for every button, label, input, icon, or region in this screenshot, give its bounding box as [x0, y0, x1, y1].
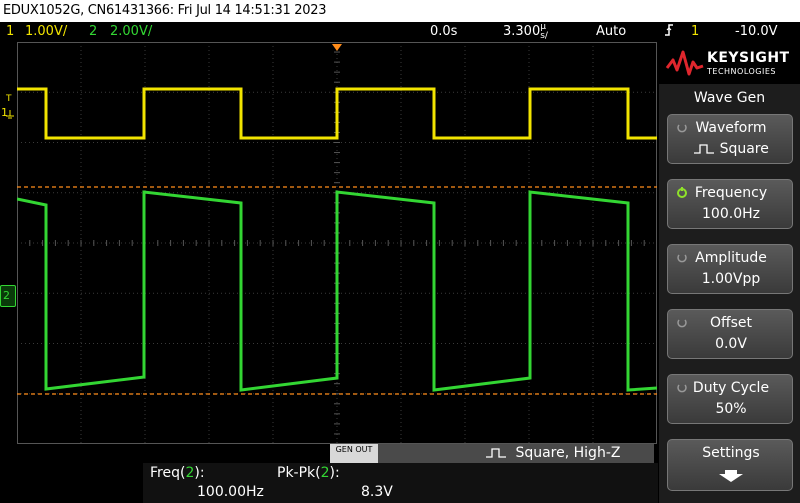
gen-out-badge[interactable]: GEN OUT [330, 444, 378, 463]
ch2-ground-marker[interactable]: 2 [0, 285, 16, 307]
title-bar: EDUX1052G, CN61431366: Fri Jul 14 14:51:… [0, 0, 800, 22]
frequency-label: Frequency [694, 185, 768, 201]
duty-cycle-label: Duty Cycle [692, 380, 770, 396]
ch2-scale[interactable]: 2.00V/ [110, 22, 152, 42]
duty-cycle-softkey[interactable]: Duty Cycle 50% [667, 374, 793, 424]
waveform-display[interactable] [17, 42, 657, 444]
ch2-number[interactable]: 2 [89, 22, 97, 42]
offset-label: Offset [709, 315, 753, 331]
trigger-channel[interactable]: 1 [691, 22, 699, 42]
trigger-level-marker[interactable]: T [6, 95, 12, 104]
freq-label-text: Freq( [150, 465, 186, 481]
duty-cycle-value: 50% [715, 401, 747, 417]
ch1-marker-label: 1 [1, 106, 8, 119]
title-text: EDUX1052G, CN61431366: Fri Jul 14 14:51:… [3, 3, 327, 18]
waveform-value: Square [668, 141, 794, 157]
pkpk-meas-label[interactable]: Pk-Pk(2): [277, 465, 340, 481]
keysight-logo: KEYSIGHT TECHNOLOGIES [659, 42, 800, 84]
trigger-mode[interactable]: Auto [596, 22, 626, 42]
pkpk-label-text: Pk-Pk( [277, 465, 321, 481]
pkpk-channel: 2 [320, 465, 330, 481]
waveform-label: Waveform [695, 120, 767, 136]
offset-value: 0.0V [715, 336, 747, 352]
ch1-scale[interactable]: 1.00V/ [25, 22, 67, 42]
ch1-ground-marker[interactable]: 1 [0, 106, 16, 120]
frequency-softkey[interactable]: Frequency 100.0Hz [667, 179, 793, 229]
settings-softkey[interactable]: Settings [667, 439, 793, 491]
time-scale[interactable]: 3.300 µ s/ [503, 22, 550, 42]
ch1-number[interactable]: 1 [6, 22, 14, 42]
wavegen-status-text: Square, High-Z [515, 445, 621, 461]
offset-softkey[interactable]: Offset 0.0V [667, 309, 793, 359]
logo-sub: TECHNOLOGIES [707, 67, 776, 76]
ch2-marker-label: 2 [3, 289, 10, 302]
freq-meas-value: 100.00Hz [197, 484, 264, 500]
status-bar: 1 1.00V/ 2 2.00V/ 0.0s 3.300 µ s/ Auto 1 -… [0, 22, 800, 42]
square-wave-icon [694, 144, 715, 154]
amplitude-softkey[interactable]: Amplitude 1.00Vpp [667, 244, 793, 294]
amplitude-value: 1.00Vpp [701, 271, 761, 287]
panel-title: Wave Gen [693, 90, 766, 106]
waveform-value-text: Square [719, 141, 769, 157]
time-scale-value: 3.300 [503, 24, 541, 39]
softkey-panel: KEYSIGHT TECHNOLOGIES Wave Gen Waveform … [659, 42, 800, 503]
freq-meas-label[interactable]: Freq(2): [150, 465, 205, 481]
settings-label: Settings [702, 445, 760, 461]
pkpk-meas-value: 8.3V [361, 484, 393, 500]
time-unit: s/ [540, 30, 548, 41]
frequency-value: 100.0Hz [702, 206, 760, 222]
pkpk-label-close: ): [329, 465, 340, 481]
amplitude-label: Amplitude [695, 250, 767, 266]
logo-brand: KEYSIGHT [707, 50, 790, 66]
time-delay[interactable]: 0.0s [430, 22, 457, 42]
trigger-level[interactable]: -10.0V [735, 22, 778, 42]
wavegen-status: Square, High-Z [485, 444, 620, 463]
square-wave-icon [486, 448, 506, 458]
arrow-down-icon [719, 470, 743, 482]
waveform-softkey[interactable]: Waveform Square [667, 114, 793, 164]
freq-label-close: ): [194, 465, 205, 481]
